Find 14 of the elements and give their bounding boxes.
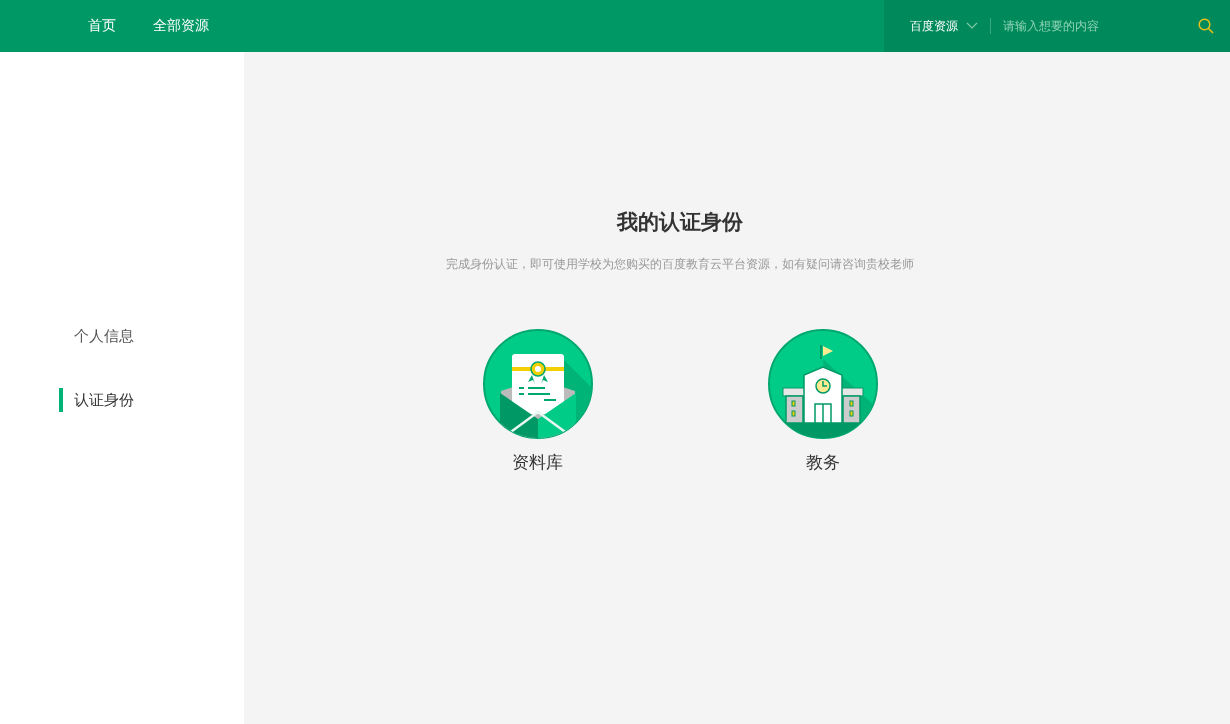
- nav-link[interactable]: 首页: [88, 17, 127, 35]
- certificate-envelope-icon[interactable]: [482, 329, 593, 439]
- card-label[interactable]: 资料库: [512, 451, 563, 474]
- card-label[interactable]: 教务: [805, 451, 840, 474]
- school-building-icon[interactable]: [767, 329, 878, 439]
- caret-icon: [966, 22, 978, 30]
- search-field[interactable]: 请输入想要的内容: [1003, 19, 1173, 33]
- search-icon[interactable]: [1198, 18, 1214, 34]
- sidebar-item[interactable]: 认证身份: [59, 388, 134, 412]
- nav-link[interactable]: 全部资源: [153, 17, 220, 35]
- search-scope-dropdown[interactable]: 百度资源: [910, 18, 991, 34]
- sidebar-item[interactable]: 个人信息: [59, 324, 134, 348]
- page-subtitle: 完成身份认证，即可使用学校为您购买的百度教育云平台资源，如有疑问请咨询贵校老师: [446, 256, 914, 273]
- page-title: 我的认证身份: [617, 209, 743, 236]
